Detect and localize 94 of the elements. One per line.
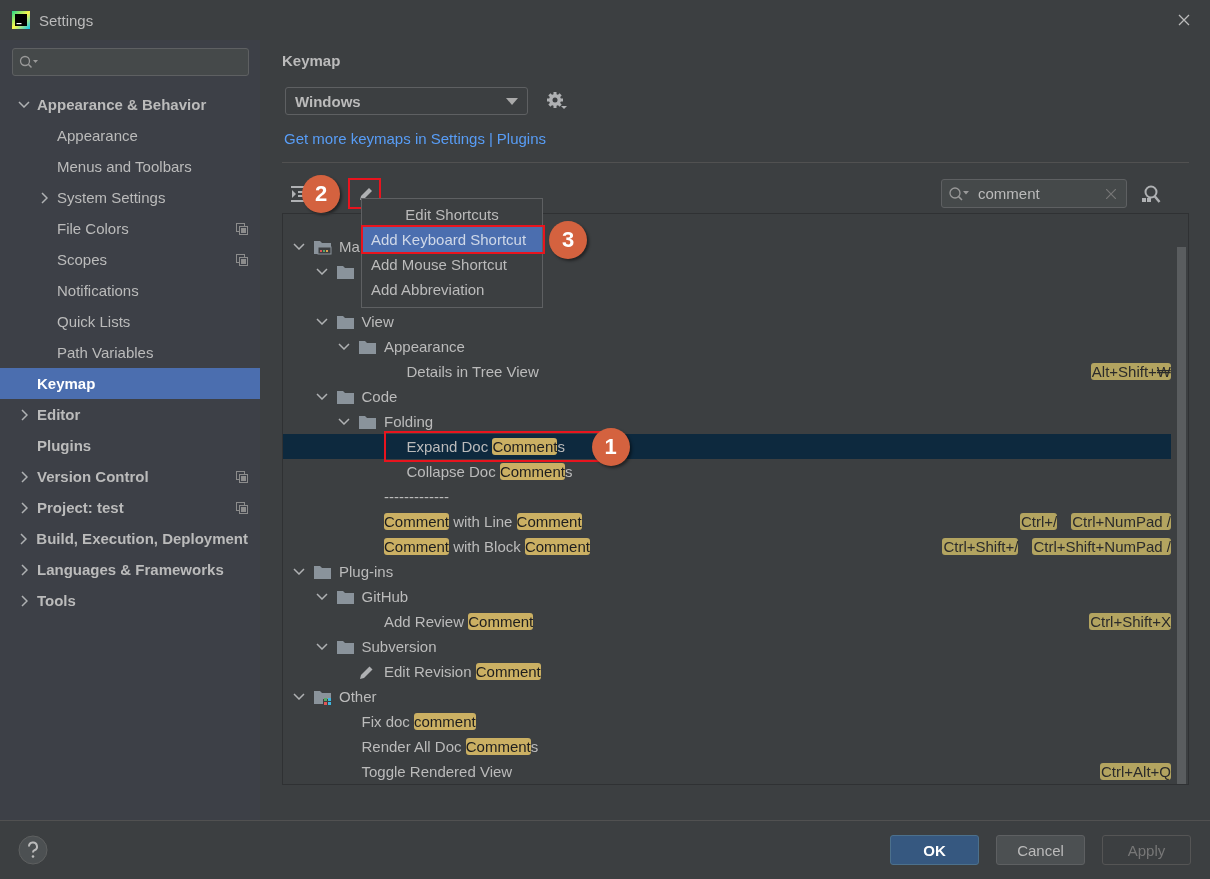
tree-item[interactable]: Edit Revision Comment xyxy=(384,663,541,680)
step-number-marker: 2 xyxy=(302,174,340,213)
menu-item[interactable]: Add Abbreviation xyxy=(362,277,542,302)
sidebar-item[interactable]: Version Control xyxy=(0,461,260,492)
tree-item[interactable]: Folding xyxy=(384,413,434,430)
sidebar-item[interactable]: Languages & Frameworks xyxy=(0,554,260,585)
shortcut: Ctrl+Shift+NumPad / xyxy=(1032,538,1171,555)
link[interactable]: Get more keymaps in Settings xyxy=(284,129,485,147)
chevron-down-icon[interactable] xyxy=(315,593,328,600)
menu-item[interactable]: Add Keyboard Shortcut xyxy=(362,227,542,252)
chevron-right-icon[interactable] xyxy=(20,408,28,421)
chevron-right-icon[interactable] xyxy=(20,470,28,483)
search-icon xyxy=(19,55,39,69)
tree-item[interactable]: Appearance xyxy=(384,338,465,355)
tree-item[interactable]: Ma xyxy=(339,238,360,255)
sidebar-item[interactable]: Scopes xyxy=(0,244,260,275)
sidebar-item[interactable]: System Settings xyxy=(0,182,260,213)
tree-item[interactable]: Add Review Comment xyxy=(384,613,534,630)
folder-icon xyxy=(336,264,354,279)
chevron-right-icon[interactable] xyxy=(20,594,28,607)
tree-item[interactable]: Details in Tree View xyxy=(406,363,539,380)
search-field[interactable] xyxy=(12,48,249,76)
chevron-down-icon[interactable] xyxy=(293,243,305,250)
tree-item[interactable]: GitHub xyxy=(361,588,409,605)
menu-header: Edit Shortcuts xyxy=(404,205,500,225)
tree-item[interactable]: Comment with Line Comment xyxy=(384,513,582,530)
separator-text: ------------- xyxy=(384,488,449,505)
dialog-button[interactable]: OK xyxy=(890,835,979,865)
settings-icon[interactable] xyxy=(546,91,568,111)
menu-item[interactable]: Add Mouse Shortcut xyxy=(362,252,542,277)
folder-icon xyxy=(359,339,376,354)
chevron-right-icon[interactable] xyxy=(20,501,28,514)
sidebar-item[interactable]: Menus and Toolbars xyxy=(0,151,260,182)
sidebar-item[interactable]: Build, Execution, Deployment xyxy=(0,523,260,554)
shortcut: Ctrl+Shift+X xyxy=(1089,613,1171,630)
page-title: Keymap xyxy=(282,51,342,71)
separator-text: | xyxy=(488,129,493,147)
pencil-icon xyxy=(358,185,374,202)
shortcut: Ctrl+/ xyxy=(1019,513,1058,530)
sidebar-item[interactable]: Keymap xyxy=(0,368,260,399)
sidebar-item[interactable]: Project: test xyxy=(0,492,260,523)
sidebar-item[interactable]: Appearance xyxy=(0,120,260,151)
folder-icon xyxy=(336,314,354,329)
folder-icon xyxy=(336,589,354,604)
tree-item[interactable]: Other xyxy=(339,688,377,705)
chevron-down-icon[interactable] xyxy=(18,101,30,108)
shortcut: Alt+Shift+₩ xyxy=(1090,363,1171,380)
chevron-down-icon[interactable] xyxy=(315,268,328,275)
app-icon xyxy=(12,11,30,29)
window-title: Settings xyxy=(39,11,94,29)
sidebar-item[interactable]: Path Variables xyxy=(0,337,260,368)
menu-folder-icon xyxy=(314,238,332,255)
chevron-right-icon[interactable] xyxy=(40,191,48,204)
chevron-down-icon[interactable] xyxy=(293,693,305,700)
find-shortcut-icon[interactable] xyxy=(1141,184,1161,203)
folder-icon xyxy=(314,564,331,579)
folder-icon xyxy=(336,389,354,404)
chevron-down-icon[interactable] xyxy=(315,318,328,325)
chevron-down-icon[interactable] xyxy=(315,643,328,650)
folder-icon xyxy=(359,414,376,429)
sidebar-item[interactable]: Appearance & Behavior xyxy=(0,89,260,120)
chevron-down-icon[interactable] xyxy=(338,418,350,425)
sidebar-item[interactable]: Plugins xyxy=(0,430,260,461)
help-icon[interactable] xyxy=(18,835,48,865)
filter-field[interactable]: comment xyxy=(941,179,1127,208)
chevron-down-icon[interactable] xyxy=(338,343,350,350)
chevron-down-icon[interactable] xyxy=(293,568,305,575)
shortcut: Ctrl+Alt+Q xyxy=(1099,763,1171,780)
step-number-marker: 3 xyxy=(549,221,587,259)
search-icon xyxy=(948,185,970,202)
step-number-marker: 1 xyxy=(591,428,630,466)
dialog-button[interactable]: Cancel xyxy=(996,835,1085,865)
tree-item[interactable]: Code xyxy=(361,388,398,405)
chevron-right-icon[interactable] xyxy=(20,563,28,576)
tree-item[interactable]: Comment with Block Comment xyxy=(384,538,590,555)
sidebar-item[interactable]: File Colors xyxy=(0,213,260,244)
tree-item[interactable]: Subversion xyxy=(361,638,437,655)
sidebar-item[interactable]: Notifications xyxy=(0,275,260,306)
folder-blocks-icon xyxy=(314,688,332,705)
keymap-dropdown[interactable]: Windows xyxy=(285,87,528,115)
tree-item[interactable]: View xyxy=(361,313,394,330)
folder-icon xyxy=(336,639,354,654)
chevron-right-icon[interactable] xyxy=(20,532,28,545)
scrollbar[interactable] xyxy=(1177,247,1186,784)
link[interactable]: Plugins xyxy=(496,129,547,147)
chevron-down-icon[interactable] xyxy=(315,393,328,400)
sidebar-item[interactable]: Editor xyxy=(0,399,260,430)
dropdown-arrow-icon xyxy=(506,97,518,105)
close-icon[interactable] xyxy=(1178,14,1190,26)
sidebar-item[interactable]: Quick Lists xyxy=(0,306,260,337)
tree-item[interactable]: Toggle Rendered View xyxy=(361,763,513,780)
shortcut: Ctrl+NumPad / xyxy=(1071,513,1171,530)
sidebar-item[interactable]: Tools xyxy=(0,585,260,616)
tree-item[interactable]: Plug-ins xyxy=(339,563,394,580)
